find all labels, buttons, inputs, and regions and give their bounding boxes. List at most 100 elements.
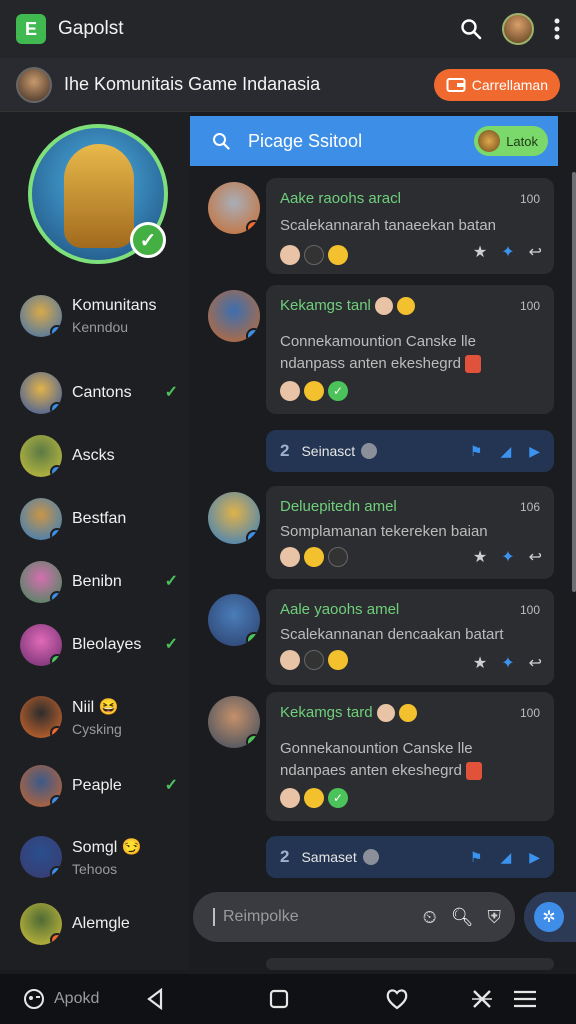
reply-icon[interactable]: ↩ <box>529 547 542 567</box>
sidebar-item-niil[interactable]: Niil 😆 Cysking <box>0 688 190 746</box>
message-title: Aake raoohs aracl <box>280 190 401 207</box>
menu-icon[interactable] <box>513 989 537 1009</box>
sidebar-item-cantons[interactable]: Cantons ✓ <box>0 364 190 422</box>
sidebar-item-benibn[interactable]: Benibn ✓ <box>0 553 190 611</box>
section-number: 2 <box>280 847 290 866</box>
reply-icon[interactable]: ↩ <box>529 242 542 262</box>
app-label[interactable]: Apokd <box>54 990 99 1008</box>
sidebar-item-bestfan[interactable]: Bestfan <box>0 490 190 548</box>
sidebar-item-label: Peaple <box>72 777 122 794</box>
check-emoji-icon: ✓ <box>328 381 348 402</box>
sidebar-item-ascks[interactable]: Ascks <box>0 427 190 485</box>
status-badge <box>246 734 260 748</box>
sidebar-item-sub: Tehoos <box>72 861 118 877</box>
face-emoji-icon <box>280 547 300 567</box>
heart-icon[interactable] <box>385 988 409 1010</box>
community-avatar[interactable] <box>16 66 52 103</box>
status-badge <box>246 632 260 646</box>
section-label: Seinasct <box>301 443 356 459</box>
message-card[interactable]: Deluepitedn amel 106 Somplamanan tekerek… <box>266 486 554 579</box>
sidebar-item-alemgle[interactable]: Alemgle <box>0 895 190 953</box>
sidebar-item-komunitans[interactable]: Komunitans Kenndou <box>0 287 190 345</box>
sidebar-item-name: Somgl <box>72 839 118 856</box>
message-card[interactable] <box>266 958 554 970</box>
sparkle-icon[interactable]: ✦ <box>501 242 514 262</box>
message-card[interactable]: Aale yaoohs amel 100 Scalekannanan denca… <box>266 589 554 685</box>
scrollbar[interactable] <box>572 172 576 592</box>
reply-icon[interactable]: ↩ <box>529 653 542 673</box>
smile-emoji-icon <box>328 245 348 265</box>
search-placeholder: Picage Ssitool <box>248 130 363 151</box>
play-icon[interactable]: ▶ <box>529 849 540 866</box>
star-icon[interactable]: ★ <box>473 547 487 567</box>
status-badge <box>50 325 62 337</box>
latest-pill-label: Latok <box>506 133 538 149</box>
message-title: Kekamgs tanl <box>280 297 540 316</box>
message-card[interactable]: Kekamgs tard 100 Gonnekanountion Canske … <box>266 692 554 821</box>
check-icon: ✓ <box>164 573 178 590</box>
profile-avatar[interactable]: ✓ <box>28 124 168 264</box>
compose-fab[interactable]: ✲ <box>524 892 576 942</box>
message-composer[interactable]: Reimpolke ⏲ 🔍︎ ⛨ <box>193 892 515 942</box>
message-avatar[interactable] <box>208 182 260 234</box>
flag-icon[interactable]: ⚑ <box>470 849 483 866</box>
latest-pill[interactable]: Latok <box>474 126 548 156</box>
controller-icon[interactable] <box>22 987 46 1011</box>
app-title: Gapolst <box>58 18 124 39</box>
search-bar[interactable]: Picage Ssitool Latok <box>190 116 558 166</box>
smile-emoji-icon <box>397 297 416 316</box>
message-title-text: Kekamgs tanl <box>280 297 371 314</box>
flag-icon[interactable]: ⚑ <box>470 443 483 460</box>
megaphone-icon[interactable]: ◢ <box>500 849 511 866</box>
reaction-row: ✓ <box>280 381 540 402</box>
shield-icon[interactable]: ⛨ <box>488 907 502 928</box>
app-logo-icon[interactable]: E <box>16 14 46 44</box>
sidebar-avatar <box>20 561 62 603</box>
timer-icon[interactable]: ⏲ <box>423 907 437 928</box>
message-avatar[interactable] <box>208 290 260 342</box>
message-body: Somplamanan tekereken baian <box>280 523 488 540</box>
search-icon <box>213 133 230 150</box>
sparkle-icon[interactable]: ✦ <box>501 653 514 673</box>
sidebar-avatar <box>20 435 62 477</box>
message-title: Kekamgs tard <box>280 704 540 723</box>
more-vertical-icon[interactable] <box>554 18 560 40</box>
search-icon[interactable]: 🔍︎ <box>451 907 474 928</box>
profile-character <box>64 144 134 248</box>
verified-check-icon: ✓ <box>130 222 166 258</box>
megaphone-icon[interactable]: ◢ <box>500 443 511 460</box>
status-badge <box>50 591 62 603</box>
community-action-button[interactable]: Carrellaman <box>433 68 560 101</box>
composer-input[interactable]: Reimpolke <box>213 908 299 926</box>
sparkle-icon[interactable]: ✦ <box>501 547 514 567</box>
sidebar-avatar <box>20 295 62 337</box>
message-card[interactable]: Kekamgs tanl 100 Connekamountion Canske … <box>266 285 554 414</box>
section-avatar <box>361 443 378 459</box>
sidebar-avatar <box>20 765 62 807</box>
sidebar-item-somgl[interactable]: Somgl 😏 Tehoos <box>0 828 190 886</box>
star-icon[interactable]: ★ <box>473 653 487 673</box>
back-icon[interactable] <box>145 988 165 1010</box>
message-body-text: Connekamountion Canske lle ndanpass ante… <box>280 333 476 373</box>
user-avatar[interactable] <box>502 13 534 45</box>
section-header[interactable]: 2 Seinasct ⚑ ◢ ▶ <box>266 430 554 472</box>
face-emoji-icon <box>376 704 395 723</box>
status-badge <box>50 528 62 540</box>
message-count: 100 <box>519 192 540 206</box>
sidebar-item-label: Niil 😆 <box>72 697 122 717</box>
star-icon[interactable]: ★ <box>473 242 487 262</box>
search-icon[interactable] <box>460 18 482 40</box>
sidebar-item-bleolayes[interactable]: Bleolayes ✓ <box>0 616 190 674</box>
section-header[interactable]: 2 Samaset ⚑ ◢ ▶ <box>266 836 554 878</box>
sidebar-avatar <box>20 903 62 945</box>
sidebar-item-peaple[interactable]: Peaple ✓ <box>0 757 190 815</box>
close-icon[interactable] <box>471 988 493 1010</box>
message-card[interactable]: Aake raoohs aracl 100 Scalekannarah tana… <box>266 178 554 274</box>
play-icon[interactable]: ▶ <box>529 443 540 460</box>
app-header: E Gapolst <box>0 0 576 58</box>
sidebar-avatar <box>20 836 62 878</box>
message-avatar[interactable] <box>208 594 260 646</box>
message-avatar[interactable] <box>208 492 260 544</box>
home-icon[interactable] <box>269 989 289 1009</box>
message-avatar[interactable] <box>208 696 260 748</box>
